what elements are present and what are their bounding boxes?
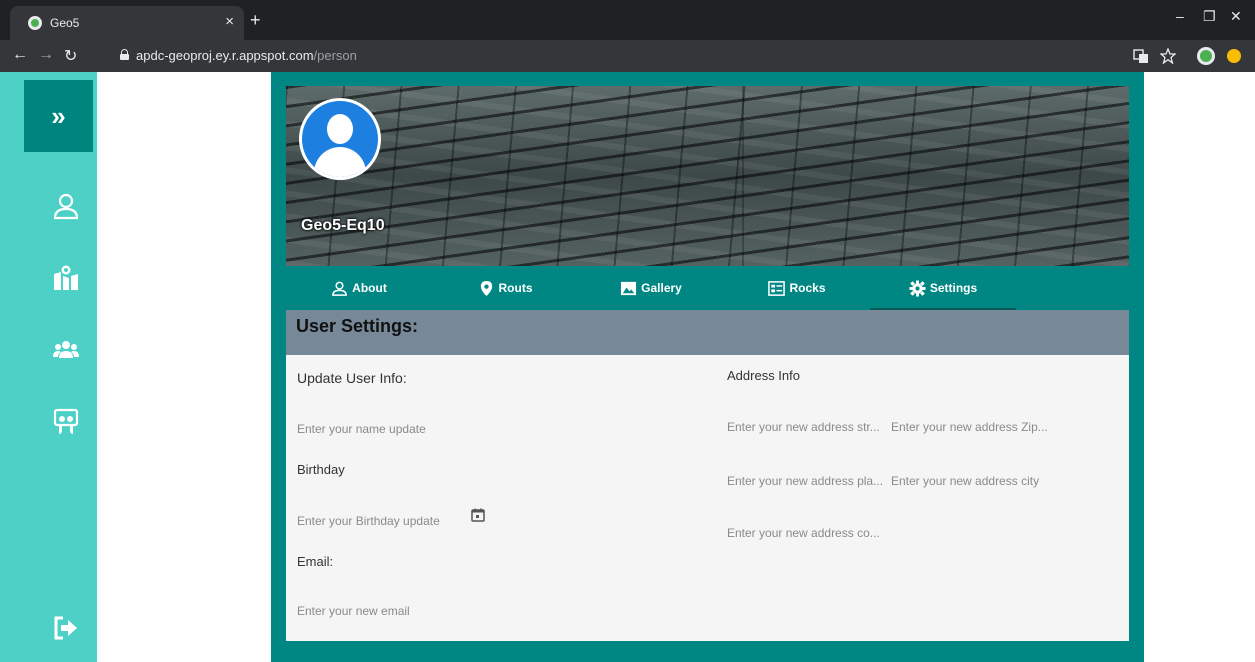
list-card-icon bbox=[768, 280, 786, 296]
birthday-label: Birthday bbox=[297, 462, 345, 477]
tab-routs-label: Routs bbox=[498, 281, 533, 295]
tab-settings-label: Settings bbox=[929, 281, 978, 295]
avatar[interactable] bbox=[299, 98, 381, 180]
sidebar-item-presentations[interactable] bbox=[46, 402, 86, 442]
users-group-icon bbox=[53, 341, 79, 358]
profile-tabs: About Routs Gallery Rocks Settings bbox=[286, 266, 1129, 310]
address-place-input[interactable]: Enter your new address pla... bbox=[727, 474, 883, 488]
reload-icon[interactable]: ↻ bbox=[64, 46, 77, 66]
minimize-button[interactable]: – bbox=[1176, 8, 1184, 24]
tab-title: Geo5 bbox=[50, 16, 80, 30]
name-input[interactable]: Enter your name update bbox=[297, 422, 426, 436]
address-city-input[interactable]: Enter your new address city bbox=[891, 474, 1039, 488]
tab-rocks-label: Rocks bbox=[789, 281, 826, 295]
profile-avatar-icon[interactable] bbox=[1226, 48, 1242, 64]
restore-button[interactable]: ❐ bbox=[1203, 8, 1216, 25]
avatar-icon bbox=[302, 101, 378, 177]
url-path: /person bbox=[313, 48, 357, 63]
calendar-icon[interactable] bbox=[471, 508, 485, 522]
address-info-title: Address Info bbox=[727, 368, 800, 383]
back-icon[interactable]: ← bbox=[12, 46, 28, 64]
window-close-button[interactable]: ✕ bbox=[1230, 8, 1242, 25]
cover-image: Geo5-Eq10 bbox=[286, 86, 1129, 266]
browser-tab-bar: Geo5 × + – ❐ ✕ bbox=[0, 0, 1255, 40]
map-marker-icon bbox=[480, 280, 492, 296]
user-icon bbox=[53, 193, 79, 220]
profile-container: Geo5-Eq10 About Routs Gallery Rocks Sett… bbox=[271, 72, 1144, 662]
address-country-input[interactable]: Enter your new address co... bbox=[727, 526, 880, 540]
lock-icon bbox=[120, 49, 129, 60]
map-icon bbox=[54, 265, 78, 290]
settings-header: User Settings: bbox=[286, 310, 1129, 355]
favicon-icon bbox=[28, 16, 42, 30]
tab-settings[interactable]: Settings bbox=[870, 266, 1016, 310]
bookmark-star-icon[interactable] bbox=[1160, 48, 1176, 64]
new-tab-button[interactable]: + bbox=[250, 10, 261, 31]
sidebar-item-logout[interactable] bbox=[46, 608, 86, 648]
update-info-title: Update User Info: bbox=[297, 370, 407, 386]
url-host: apdc-geoproj.ey.r.appspot.com bbox=[136, 48, 314, 63]
sidebar-item-map[interactable] bbox=[46, 258, 86, 298]
user-icon bbox=[332, 281, 348, 296]
tab-about[interactable]: About bbox=[286, 266, 432, 310]
tab-routs[interactable]: Routs bbox=[432, 266, 578, 310]
settings-title: User Settings: bbox=[296, 316, 419, 336]
tab-close-button[interactable]: × bbox=[225, 13, 234, 30]
email-input[interactable]: Enter your new email bbox=[297, 604, 410, 618]
tab-gallery[interactable]: Gallery bbox=[578, 266, 724, 310]
url-field[interactable]: apdc-geoproj.ey.r.appspot.com/person bbox=[110, 44, 1110, 68]
address-zip-input[interactable]: Enter your new address Zip... bbox=[891, 420, 1048, 434]
tab-rocks[interactable]: Rocks bbox=[724, 266, 870, 310]
tab-about-label: About bbox=[352, 281, 387, 295]
sidebar: » bbox=[0, 72, 97, 662]
settings-panel: User Settings: Update User Info: Enter y… bbox=[286, 310, 1129, 641]
tab-gallery-label: Gallery bbox=[641, 281, 682, 295]
profile-username: Geo5-Eq10 bbox=[301, 217, 385, 234]
sidebar-item-profile[interactable] bbox=[46, 186, 86, 226]
forward-icon[interactable]: → bbox=[38, 46, 54, 64]
birthday-input[interactable]: Enter your Birthday update bbox=[297, 514, 440, 528]
extension-icon[interactable] bbox=[1196, 46, 1216, 66]
email-label: Email: bbox=[297, 554, 334, 569]
gear-icon bbox=[909, 279, 926, 297]
address-bar: ← → ↻ apdc-geoproj.ey.r.appspot.com/pers… bbox=[0, 40, 1255, 72]
slideshare-icon bbox=[53, 408, 79, 434]
sidebar-toggle-button[interactable]: » bbox=[24, 80, 93, 152]
image-icon bbox=[621, 281, 637, 295]
sidebar-item-groups[interactable] bbox=[46, 330, 86, 370]
browser-tab[interactable]: Geo5 × bbox=[10, 6, 244, 40]
address-street-input[interactable]: Enter your new address str... bbox=[727, 420, 880, 434]
sign-out-icon bbox=[54, 616, 77, 640]
translate-icon[interactable] bbox=[1133, 48, 1149, 64]
